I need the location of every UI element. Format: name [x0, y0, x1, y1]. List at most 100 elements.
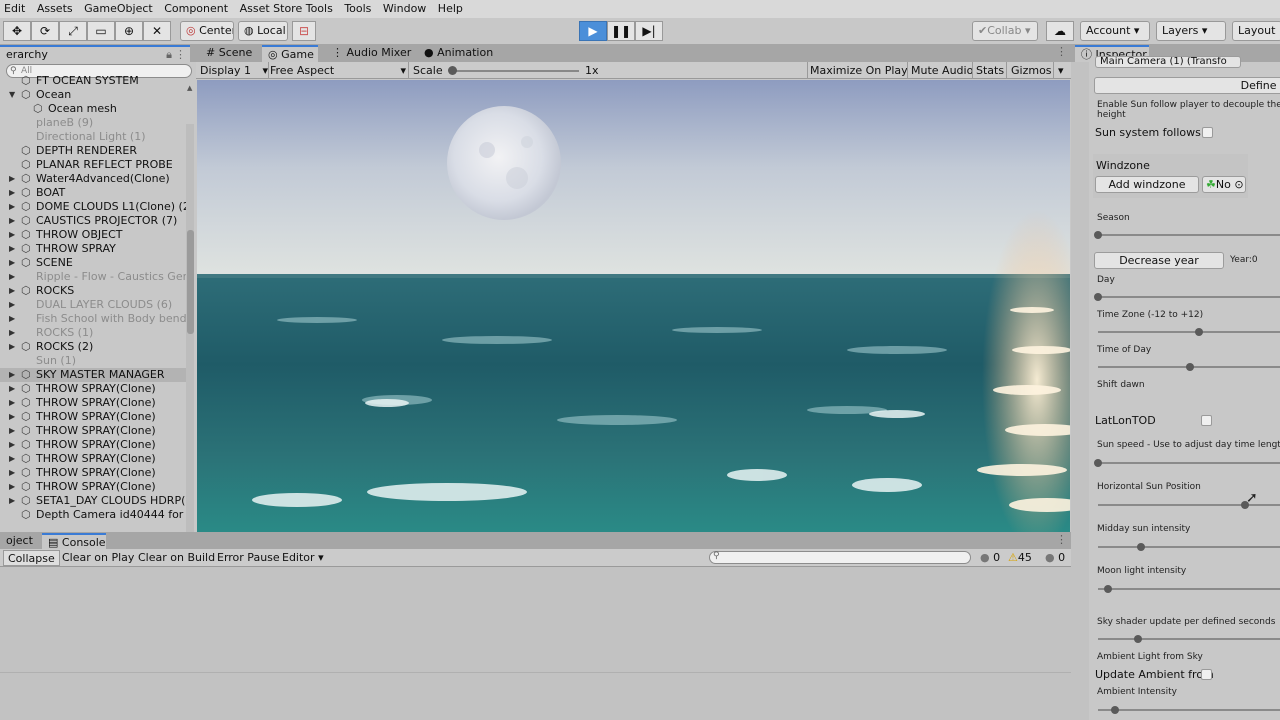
hierarchy-item[interactable]: ▶ ⬡ THROW SPRAY(Clone) [0, 396, 186, 410]
expand-arrow-icon[interactable]: ▶ [9, 438, 15, 452]
hierarchy-scroll-thumb[interactable] [187, 230, 194, 334]
season-slider-knob[interactable] [1094, 231, 1102, 239]
expand-arrow-icon[interactable]: ▶ [9, 312, 15, 326]
layers-dropdown[interactable]: Layers ▾ [1156, 21, 1226, 41]
step-button[interactable]: ▶| [635, 21, 663, 41]
expand-arrow-icon[interactable]: ▶ [9, 466, 15, 480]
tab-scene[interactable]: # Scene [200, 45, 260, 62]
maximize-on-play-toggle[interactable]: Maximize On Play [810, 63, 908, 78]
hierarchy-item[interactable]: ▶ ⬡ THROW SPRAY [0, 242, 186, 256]
decrease-year-button[interactable]: Decrease year [1094, 252, 1224, 269]
expand-arrow-icon[interactable]: ▶ [9, 452, 15, 466]
hierarchy-item[interactable]: planeB (9) [0, 116, 186, 130]
timezone-slider-knob[interactable] [1195, 328, 1203, 336]
hierarchy-item[interactable]: ▶ Ripple - Flow - Caustics Gen [0, 270, 186, 284]
define-button[interactable]: Define p [1094, 77, 1280, 94]
sun-speed-slider-track[interactable] [1098, 462, 1280, 464]
menu-asset-store-tools[interactable]: Asset Store Tools [236, 0, 337, 15]
expand-arrow-icon[interactable]: ▼ [9, 88, 15, 102]
camera-object-field[interactable]: Main Camera (1) (Transfo [1095, 56, 1241, 68]
tab-project[interactable]: oject [0, 533, 40, 550]
tab-audio-mixer[interactable]: ⋮ Audio Mixer [326, 45, 412, 62]
update-ambient-checkbox[interactable] [1201, 669, 1212, 680]
hierarchy-item[interactable]: ▶ ⬡ THROW SPRAY(Clone) [0, 382, 186, 396]
hierarchy-item[interactable]: ▶ ⬡ DOME CLOUDS L1(Clone) (2) [0, 200, 186, 214]
stats-toggle[interactable]: Stats [976, 63, 1004, 78]
panel-menu-icon[interactable]: ⋮ [175, 47, 186, 63]
expand-arrow-icon[interactable]: ▶ [9, 270, 15, 284]
hierarchy-item[interactable]: ▶ ⬡ THROW SPRAY(Clone) [0, 452, 186, 466]
tab-animation[interactable]: ● Animation [418, 45, 498, 62]
expand-arrow-icon[interactable]: ▶ [9, 228, 15, 242]
layout-dropdown[interactable]: Layout [1232, 21, 1280, 41]
expand-arrow-icon[interactable]: ▶ [9, 494, 15, 508]
day-slider-knob[interactable] [1094, 293, 1102, 301]
aspect-dropdown[interactable]: Free Aspect ▾ [270, 63, 406, 78]
error-pause-toggle[interactable]: Error Pause [213, 550, 284, 566]
scale-tool-icon[interactable]: ▭ [87, 21, 115, 41]
ambient-intensity-slider-knob[interactable] [1111, 706, 1119, 714]
add-windzone-button[interactable]: Add windzone [1095, 176, 1199, 193]
tab-game[interactable]: ◎ Game [262, 45, 318, 62]
expand-arrow-icon[interactable]: ▶ [9, 340, 15, 354]
hierarchy-item[interactable]: Directional Light (1) [0, 130, 186, 144]
timezone-slider-track[interactable] [1098, 331, 1280, 333]
hierarchy-item[interactable]: ▶ ⬡ THROW SPRAY(Clone) [0, 466, 186, 480]
play-button[interactable]: ▶ [579, 21, 607, 41]
hierarchy-item[interactable]: ▶ ⬡ CAUSTICS PROJECTOR (7) [0, 214, 186, 228]
expand-arrow-icon[interactable]: ▶ [9, 368, 15, 382]
midday-slider-track[interactable] [1098, 546, 1280, 548]
expand-arrow-icon[interactable]: ▶ [9, 396, 15, 410]
editor-dropdown[interactable]: Editor ▾ [278, 550, 328, 566]
expand-arrow-icon[interactable]: ▶ [9, 410, 15, 424]
midday-slider-knob[interactable] [1137, 543, 1145, 551]
scroll-up-icon[interactable]: ▲ [187, 84, 192, 92]
expand-arrow-icon[interactable]: ▶ [9, 172, 15, 186]
sun-follows-checkbox[interactable] [1202, 127, 1213, 138]
menu-gameobject[interactable]: GameObject [80, 0, 157, 15]
hierarchy-item[interactable]: ▶ ⬡ THROW SPRAY(Clone) [0, 480, 186, 494]
expand-arrow-icon[interactable]: ▶ [9, 382, 15, 396]
hierarchy-item[interactable]: Sun (1) [0, 354, 186, 368]
expand-arrow-icon[interactable]: ▶ [9, 284, 15, 298]
expand-arrow-icon[interactable]: ▶ [9, 214, 15, 228]
expand-arrow-icon[interactable]: ▶ [9, 424, 15, 438]
info-count-toggle[interactable]: ● 0 [976, 550, 1004, 566]
season-slider-track[interactable] [1098, 234, 1280, 236]
latlon-tod-checkbox[interactable] [1201, 415, 1212, 426]
panel-menu-icon[interactable]: ⋮ [1056, 533, 1067, 546]
hierarchy-item[interactable]: ▶ ⬡ BOAT [0, 186, 186, 200]
moon-slider-track[interactable] [1098, 588, 1280, 590]
expand-arrow-icon[interactable]: ▶ [9, 186, 15, 200]
menu-edit[interactable]: Edit [0, 0, 29, 15]
clear-on-play-toggle[interactable]: Clear on Play [58, 550, 138, 566]
rect-tool-icon[interactable]: ⊕ [115, 21, 143, 41]
hierarchy-item[interactable]: ▶ ⬡ THROW SPRAY(Clone) [0, 438, 186, 452]
expand-arrow-icon[interactable]: ▶ [9, 242, 15, 256]
rotate-tool-icon[interactable]: ⤢ [59, 21, 87, 41]
hierarchy-item[interactable]: ▶ DUAL LAYER CLOUDS (6) [0, 298, 186, 312]
windzone-object-field[interactable]: ☘No ⊙ [1202, 176, 1246, 193]
pivot-center-button[interactable]: ◎ Center [180, 21, 234, 41]
hierarchy-item[interactable]: ▶ ROCKS (1) [0, 326, 186, 340]
account-dropdown[interactable]: Account ▾ [1080, 21, 1150, 41]
hierarchy-item[interactable]: ⬡ Depth Camera id40444 for 3 [0, 508, 186, 522]
snap-icon[interactable]: ⊟ [292, 21, 316, 41]
hierarchy-item[interactable]: ⬡ FT OCEAN SYSTEM [0, 74, 186, 88]
tab-console[interactable]: ▤ Console [42, 533, 106, 550]
hierarchy-item[interactable]: ▶ ⬡ Water4Advanced(Clone) [0, 172, 186, 186]
hierarchy-item[interactable]: ▼ ⬡ Ocean [0, 88, 186, 102]
lock-icon[interactable]: 🔒︎ [166, 47, 172, 63]
hand-tool-icon[interactable]: ✥ [3, 21, 31, 41]
move-tool-icon[interactable]: ⟳ [31, 21, 59, 41]
menu-window[interactable]: Window [379, 0, 430, 15]
display-dropdown[interactable]: Display 1 ▾ [200, 63, 268, 78]
tab-hierarchy[interactable]: erarchy 🔒︎ ⋮ [0, 45, 190, 62]
gizmos-toggle[interactable]: Gizmos [1011, 63, 1052, 78]
hierarchy-item[interactable]: ▶ ⬡ SKY MASTER MANAGER [0, 368, 186, 382]
hierarchy-item[interactable]: ▶ Fish School with Body bend2 [0, 312, 186, 326]
sun-speed-slider-knob[interactable] [1094, 459, 1102, 467]
panel-menu-icon[interactable]: ⋮ [1056, 45, 1067, 58]
hierarchy-item[interactable]: ⬡ Ocean mesh [0, 102, 186, 116]
moon-slider-knob[interactable] [1104, 585, 1112, 593]
